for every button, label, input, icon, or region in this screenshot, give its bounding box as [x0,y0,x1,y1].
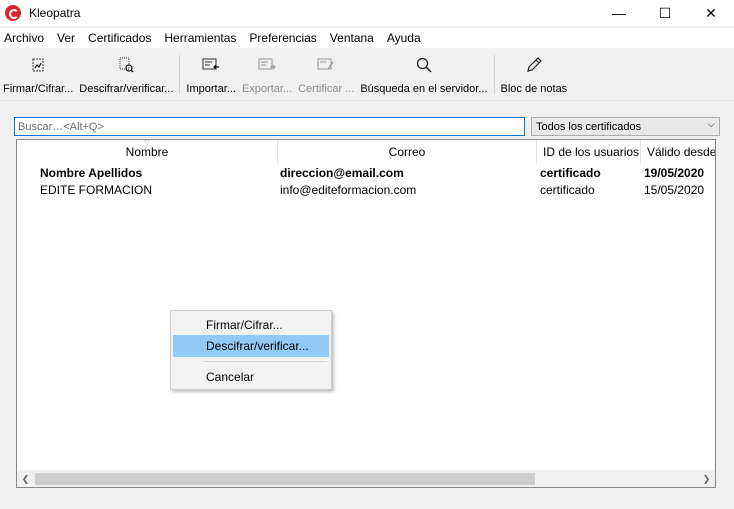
pencil-icon [523,55,545,75]
minimize-button[interactable]: — [596,0,642,26]
chevron-down-icon: ⌵ [707,119,715,130]
cell-email: direccion@email.com [280,165,404,180]
title-bar: Kleopatra — ☐ ✕ [0,0,734,26]
context-sign-encrypt[interactable]: Firmar/Cifrar... [173,314,329,336]
sign-encrypt-button[interactable]: Firmar/Cifrar... [0,49,76,100]
context-cancel[interactable]: Cancelar [173,366,329,388]
search-input[interactable] [14,117,525,136]
decrypt-verify-button[interactable]: Descifrar/verificar... [76,49,176,100]
certificate-table[interactable]: ▽ Nombre Correo ID de los usuarios Válid… [16,139,716,488]
menu-herramientas[interactable]: Herramientas [159,31,244,45]
notepad-button[interactable]: Bloc de notas [498,49,571,100]
cell-name: Nombre Apellidos [40,165,143,180]
decrypt-verify-label: Descifrar/verificar... [79,83,174,95]
menu-preferencias[interactable]: Preferencias [244,31,324,45]
export-certificate-icon [256,55,278,75]
column-header-name[interactable]: ▽ Nombre [17,140,278,164]
decrypt-verify-icon [115,55,137,75]
column-header-email[interactable]: Correo [278,140,537,164]
table-row[interactable]: EDITE FORMACION info@editeformacion.com … [17,181,715,198]
column-header-user-id[interactable]: ID de los usuarios [537,140,641,164]
import-certificate-icon [200,55,222,75]
window-controls: — ☐ ✕ [596,0,734,26]
table-row[interactable]: Nombre Apellidos direccion@email.com cer… [17,164,715,181]
sign-encrypt-label: Firmar/Cifrar... [3,83,74,95]
horizontal-scrollbar[interactable]: ❮ ❯ [17,470,715,487]
close-button[interactable]: ✕ [688,0,734,26]
scrollbar-thumb[interactable] [35,473,535,485]
certify-icon [315,55,337,75]
sort-indicator-icon: ▽ [144,140,150,147]
cell-user-id: certificado [540,165,601,180]
toolbar-separator [179,55,181,94]
kleopatra-app-icon [5,5,21,21]
cell-name: EDITE FORMACION [40,182,153,197]
menu-archivo[interactable]: Archivo [0,31,52,45]
cell-valid-from: 15/05/2020 [644,182,705,197]
cell-valid-from: 19/05/2020 [644,165,705,180]
menu-ver[interactable]: Ver [52,31,83,45]
import-label: Importar... [186,83,236,95]
sign-encrypt-icon [27,55,49,75]
maximize-button[interactable]: ☐ [642,0,688,26]
search-icon [413,55,435,75]
cell-email: info@editeformacion.com [280,182,417,197]
menu-certificados[interactable]: Certificados [83,31,159,45]
server-search-label: Búsqueda en el servidor... [360,83,488,95]
window-title: Kleopatra [29,6,81,20]
column-header-valid-from[interactable]: Válido desde [641,140,715,164]
toolbar-separator [493,55,495,94]
menu-ventana[interactable]: Ventana [325,31,382,45]
server-search-button[interactable]: Búsqueda en el servidor... [357,49,490,100]
context-menu: Firmar/Cifrar... Descifrar/verificar... … [170,310,332,390]
table-header: ▽ Nombre Correo ID de los usuarios Válid… [17,140,715,164]
scroll-left-icon[interactable]: ❮ [17,471,34,488]
certify-label: Certificar ... [298,83,355,95]
scroll-right-icon[interactable]: ❯ [698,471,715,488]
filter-selected-value: Todos los certificados [536,120,642,133]
context-menu-separator [203,361,327,362]
search-row: Todos los certificados ⌵ [14,117,720,137]
menu-ayuda[interactable]: Ayuda [382,31,429,45]
export-button[interactable]: Exportar... [239,49,295,100]
import-button[interactable]: Importar... [183,49,239,100]
export-label: Exportar... [241,83,293,95]
toolbar: Firmar/Cifrar... Descifrar/verificar... … [0,49,734,101]
certificate-filter-select[interactable]: Todos los certificados ⌵ [531,117,720,136]
certify-button[interactable]: Certificar ... [295,49,357,100]
context-decrypt-verify[interactable]: Descifrar/verificar... [173,335,329,357]
cell-user-id: certificado [540,182,595,197]
notepad-label: Bloc de notas [500,83,568,95]
menu-bar: Archivo Ver Certificados Herramientas Pr… [0,28,734,48]
